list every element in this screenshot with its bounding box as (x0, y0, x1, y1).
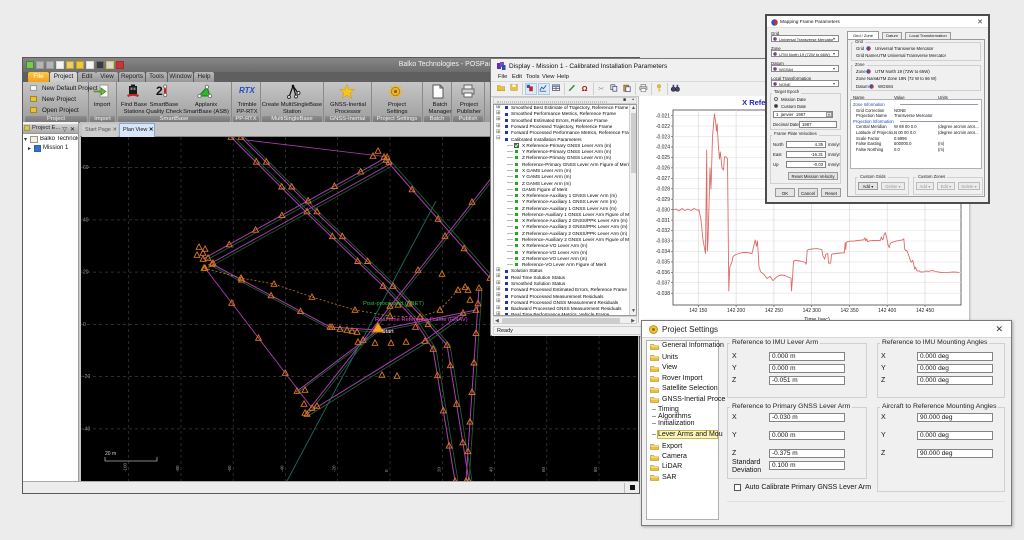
svg-text:RTX: RTX (239, 86, 256, 95)
svg-text:-0.035: -0.035 (656, 260, 670, 266)
svg-text:-0.031: -0.031 (656, 218, 670, 224)
svg-text:-0.030: -0.030 (656, 207, 670, 213)
svg-text:-0.021: -0.021 (656, 113, 670, 119)
svg-text:-40: -40 (280, 465, 285, 472)
svg-text:20 m: 20 m (105, 451, 116, 457)
svg-text:142 150: 142 150 (689, 308, 707, 314)
svg-text:40: 40 (83, 217, 89, 223)
svg-text:-0.038: -0.038 (656, 291, 670, 297)
svg-text:-0.023: -0.023 (656, 134, 670, 140)
svg-text:-0.032: -0.032 (656, 228, 670, 234)
svg-text:60: 60 (541, 466, 546, 472)
svg-text:142 300: 142 300 (803, 308, 821, 314)
svg-text:Ω: Ω (582, 84, 588, 92)
svg-text:-20: -20 (332, 465, 337, 472)
svg-text:Start: Start (382, 329, 394, 335)
svg-text:-0.029: -0.029 (656, 197, 670, 203)
svg-text:-80: -80 (175, 465, 180, 472)
svg-text:-0.027: -0.027 (656, 176, 670, 182)
svg-text:-0.022: -0.022 (656, 124, 670, 130)
svg-text:142 250: 142 250 (765, 308, 783, 314)
svg-text:-0.024: -0.024 (656, 145, 670, 151)
svg-text:20: 20 (436, 466, 441, 472)
svg-text:60: 60 (83, 165, 89, 171)
svg-text:Post-processed (SBET): Post-processed (SBET) (363, 301, 424, 307)
svg-text:20: 20 (83, 270, 89, 276)
svg-text:-0.025: -0.025 (656, 155, 670, 161)
svg-text:0: 0 (83, 322, 86, 328)
svg-text:-60: -60 (227, 465, 232, 472)
svg-text:2: 2 (156, 84, 163, 98)
svg-text:-0.026: -0.026 (656, 166, 670, 172)
svg-text:40: 40 (489, 466, 494, 472)
svg-text:-20: -20 (83, 374, 90, 380)
svg-text:142 450: 142 450 (916, 308, 934, 314)
svg-text:142 400: 142 400 (878, 308, 896, 314)
svg-text:-0.033: -0.033 (656, 239, 670, 245)
svg-text:-100: -100 (123, 462, 128, 472)
svg-text:-0.034: -0.034 (656, 249, 670, 255)
svg-text:142 350: 142 350 (840, 308, 858, 314)
svg-text:-0.036: -0.036 (656, 270, 670, 276)
svg-text:80: 80 (593, 466, 598, 472)
svg-text:✂: ✂ (598, 84, 604, 92)
svg-text:Real-time Reference Frame (RNA: Real-time Reference Frame (RNAV) (375, 317, 468, 323)
svg-text:-0.028: -0.028 (656, 187, 670, 193)
svg-text:-40: -40 (83, 426, 90, 432)
svg-text:-0.037: -0.037 (656, 280, 670, 286)
svg-text:142 200: 142 200 (727, 308, 745, 314)
